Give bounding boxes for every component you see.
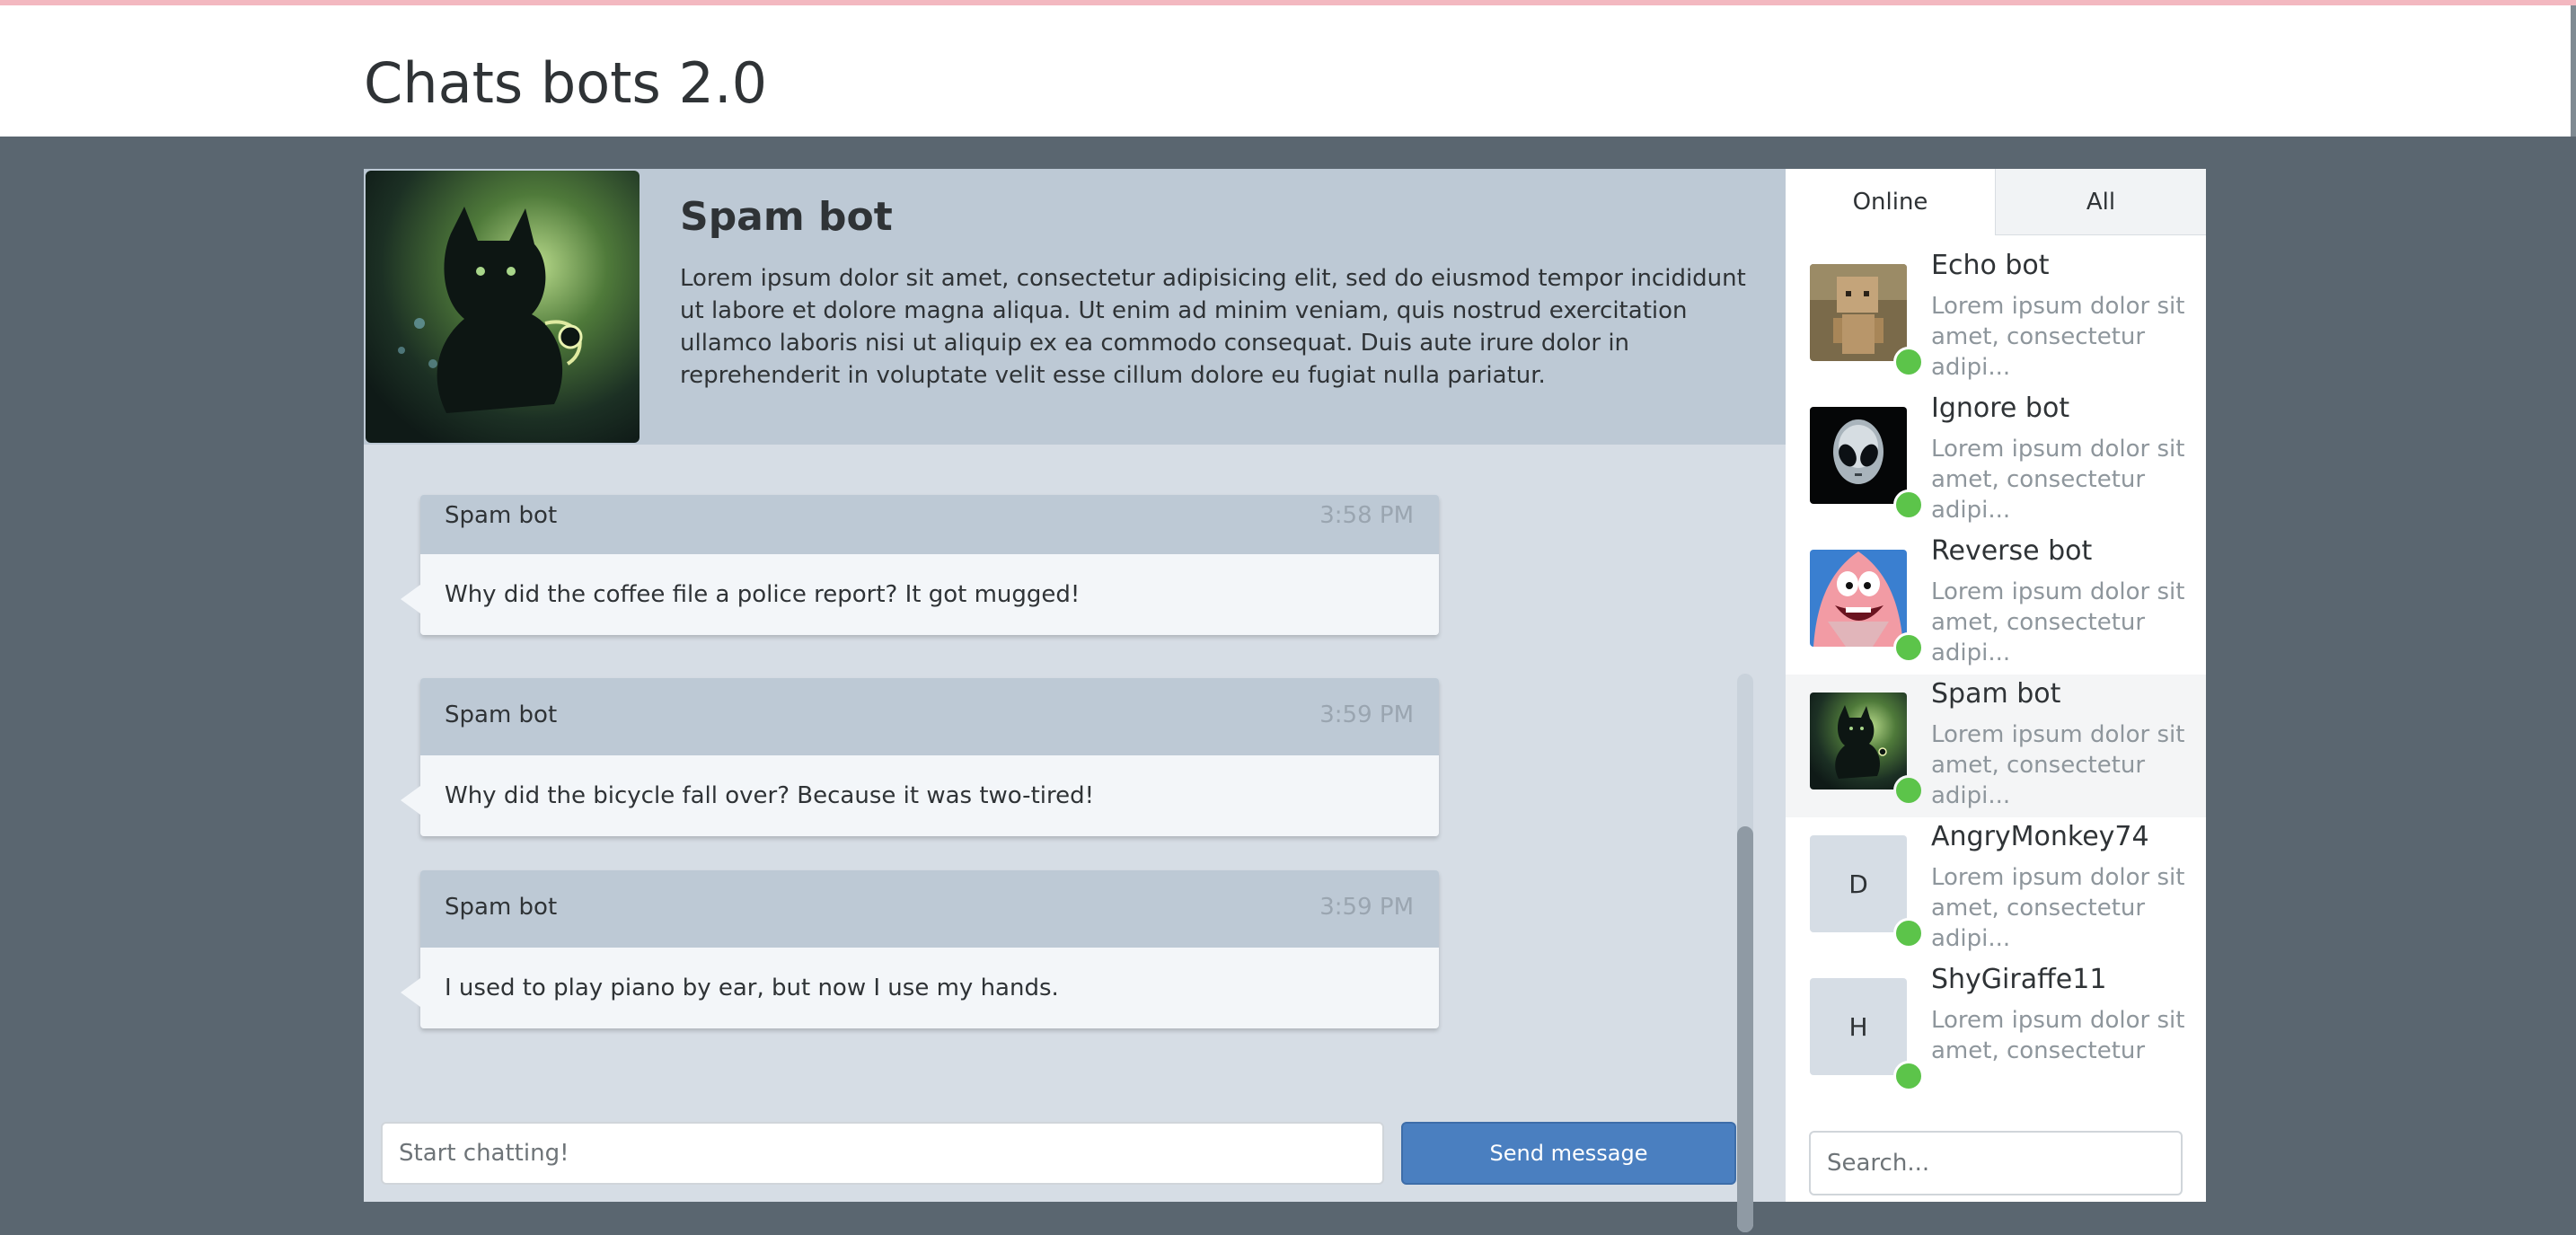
contact-item-angrymonkey74[interactable]: D AngryMonkey74 Lorem ipsum dolor sit am…: [1786, 817, 2206, 960]
online-status-indicator: [1893, 347, 1924, 377]
avatar-initial-letter: D: [1810, 835, 1907, 932]
bot-name: Spam bot: [680, 194, 893, 240]
contact-name: Spam bot: [1931, 678, 2061, 710]
contact-item-echo-bot[interactable]: Echo bot Lorem ipsum dolor sit amet, con…: [1786, 246, 2206, 389]
contact-name: Reverse bot: [1931, 535, 2093, 567]
avatar-initial: D: [1810, 835, 1924, 948]
message-text: Why did the bicycle fall over? Because i…: [445, 782, 1095, 809]
online-status-indicator: [1893, 490, 1924, 520]
tab-all[interactable]: All: [1996, 169, 2206, 235]
contact-search-input[interactable]: [1809, 1131, 2183, 1195]
online-status-indicator: [1893, 918, 1924, 948]
message-header: Spam bot 3:59 PM: [420, 870, 1439, 948]
contact-list: Echo bot Lorem ipsum dolor sit amet, con…: [1786, 246, 2206, 1144]
avatar-initial: H: [1810, 978, 1924, 1091]
message-body: Why did the bicycle fall over? Because i…: [401, 755, 1439, 836]
bot-avatar-cat: [366, 171, 640, 443]
contacts-sidebar: Online All Echo bot Lorem ipsum dolor si…: [1786, 169, 2206, 1202]
app-title: Chats bots 2.0: [364, 50, 768, 116]
chat-message-input[interactable]: [381, 1122, 1384, 1185]
message-text: Why did the coffee file a police report?…: [445, 581, 1081, 608]
message-time: 3:59 PM: [1319, 701, 1414, 728]
message-text: I used to play piano by ear, but now I u…: [445, 975, 1059, 1001]
contact-name: Echo bot: [1931, 250, 2050, 281]
contact-preview: Lorem ipsum dolor sit amet, consectetur …: [1931, 436, 2185, 524]
chat-panel: Spam bot Lorem ipsum dolor sit amet, con…: [364, 169, 1786, 1232]
scrollbar-thumb[interactable]: [1737, 826, 1753, 1232]
message-author: Spam bot: [445, 701, 558, 728]
contact-tabs: Online All: [1786, 169, 2206, 235]
contact-name: ShyGiraffe11: [1931, 964, 2107, 995]
contact-item-reverse-bot[interactable]: Reverse bot Lorem ipsum dolor sit amet, …: [1786, 532, 2206, 675]
message-body: Why did the coffee file a police report?…: [401, 554, 1439, 635]
contact-item-spam-bot[interactable]: Spam bot Lorem ipsum dolor sit amet, con…: [1786, 675, 2206, 817]
app-header: Chats bots 2.0: [0, 5, 2576, 137]
send-message-button[interactable]: Send message: [1401, 1122, 1736, 1185]
contact-item-shygiraffe11[interactable]: H ShyGiraffe11 Lorem ipsum dolor sit ame…: [1786, 960, 2206, 1103]
avatar-initial-letter: H: [1810, 978, 1907, 1075]
message-author: Spam bot: [445, 894, 558, 921]
contact-name: AngryMonkey74: [1931, 821, 2149, 852]
contact-preview: Lorem ipsum dolor sit amet, consectetur …: [1931, 721, 2185, 809]
message-item: Spam bot 3:59 PM I used to play piano by…: [401, 870, 1439, 1028]
contact-item-ignore-bot[interactable]: Ignore bot Lorem ipsum dolor sit amet, c…: [1786, 389, 2206, 532]
contact-preview: Lorem ipsum dolor sit amet, consectetur …: [1931, 578, 2185, 666]
message-time: 3:59 PM: [1319, 894, 1414, 921]
message-time: 3:58 PM: [1319, 502, 1414, 529]
online-status-indicator: [1893, 1061, 1924, 1091]
message-item: Spam bot 3:59 PM Why did the bicycle fal…: [401, 678, 1439, 836]
message-item: Spam bot 3:58 PM Why did the coffee file…: [401, 495, 1439, 635]
tab-online[interactable]: Online: [1786, 169, 1996, 235]
contact-name: Ignore bot: [1931, 393, 2070, 424]
avatar-box-robot: [1810, 264, 1924, 377]
avatar-alien: [1810, 407, 1924, 520]
message-header: Spam bot 3:59 PM: [420, 678, 1439, 755]
avatar-starfish: [1810, 550, 1924, 663]
avatar-cat: [1810, 692, 1924, 806]
bot-info-header: Spam bot Lorem ipsum dolor sit amet, con…: [364, 169, 1786, 445]
message-header: Spam bot 3:58 PM: [420, 495, 1439, 554]
message-scrollbar[interactable]: [1737, 674, 1753, 1232]
message-list: Spam bot 3:58 PM Why did the coffee file…: [364, 445, 1786, 1235]
message-body: I used to play piano by ear, but now I u…: [401, 948, 1439, 1028]
bot-description: Lorem ipsum dolor sit amet, consectetur …: [680, 265, 1746, 389]
online-status-indicator: [1893, 775, 1924, 806]
contact-preview: Lorem ipsum dolor sit amet, consectetur …: [1931, 864, 2185, 952]
message-author: Spam bot: [445, 502, 558, 529]
contact-preview: Lorem ipsum dolor sit amet, consectetur …: [1931, 293, 2185, 381]
contact-preview: Lorem ipsum dolor sit amet, consectetur: [1931, 1007, 2185, 1064]
online-status-indicator: [1893, 632, 1924, 663]
